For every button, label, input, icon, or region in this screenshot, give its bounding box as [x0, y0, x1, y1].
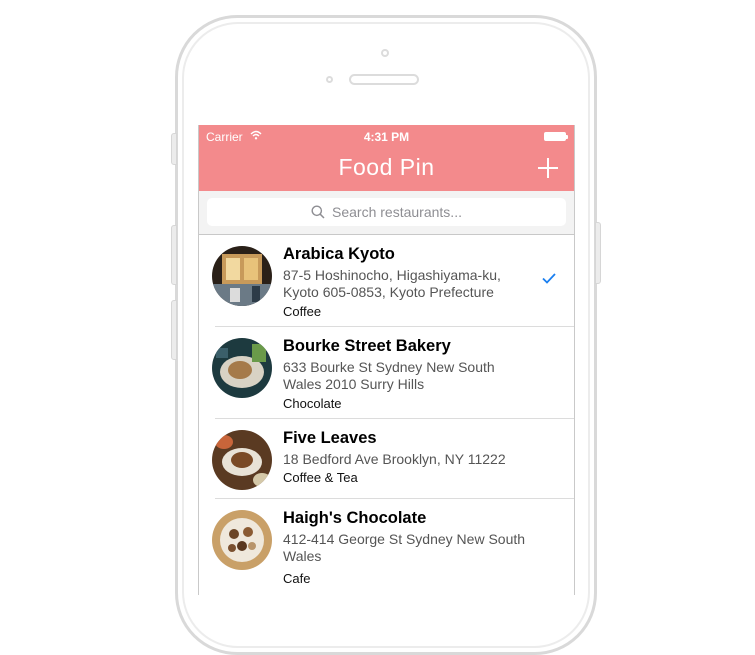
restaurant-address: 18 Bedford Ave Brooklyn, NY 11222 — [283, 451, 506, 467]
app-screen: Carrier 4:31 PM Food Pin Search restaura… — [198, 125, 575, 595]
page-title: Food Pin — [338, 154, 435, 180]
restaurant-name: Haigh's Chocolate — [283, 509, 427, 527]
volume-up-button — [171, 225, 177, 285]
search-input[interactable]: Search restaurants... — [207, 198, 566, 226]
search-icon — [311, 205, 325, 219]
restaurant-address: 633 Bourke St Sydney New South Wales 201… — [283, 359, 495, 392]
restaurant-type: Coffee — [283, 304, 322, 319]
power-button — [595, 222, 601, 284]
restaurant-type: Coffee & Tea — [283, 470, 358, 485]
search-placeholder: Search restaurants... — [332, 204, 462, 220]
restaurant-list: Arabica Kyoto 87-5 Hoshinocho, Higashiya… — [199, 235, 574, 594]
front-camera — [381, 49, 389, 57]
restaurant-address: 412-414 George St Sydney New South Wales — [283, 531, 526, 564]
search-bar: Search restaurants... — [199, 191, 574, 235]
restaurant-thumbnail — [212, 510, 272, 570]
battery-icon — [544, 132, 568, 141]
restaurant-thumbnail — [212, 246, 272, 306]
restaurant-name: Five Leaves — [283, 429, 377, 447]
list-item[interactable]: Arabica Kyoto 87-5 Hoshinocho, Higashiya… — [199, 235, 574, 327]
proximity-sensor — [326, 76, 333, 83]
restaurant-thumbnail — [212, 338, 272, 398]
list-item[interactable]: Bourke Street Bakery 633 Bourke St Sydne… — [199, 327, 574, 419]
add-button[interactable] — [538, 158, 558, 178]
restaurant-type: Chocolate — [283, 396, 342, 411]
restaurant-address: 87-5 Hoshinocho, Higashiyama-ku, Kyoto 6… — [283, 267, 501, 300]
restaurant-thumbnail — [212, 430, 272, 490]
earpiece-speaker — [349, 74, 419, 85]
restaurant-name: Bourke Street Bakery — [283, 337, 451, 355]
status-time: 4:31 PM — [363, 130, 410, 144]
restaurant-name: Arabica Kyoto — [283, 245, 395, 263]
mute-switch — [171, 133, 177, 165]
list-item[interactable]: Haigh's Chocolate 412-414 George St Sydn… — [199, 499, 574, 594]
navigation-bar: Carrier 4:31 PM Food Pin — [199, 125, 574, 191]
list-item[interactable]: Five Leaves 18 Bedford Ave Brooklyn, NY … — [199, 419, 574, 499]
checkmark-icon — [542, 273, 556, 284]
volume-down-button — [171, 300, 177, 360]
